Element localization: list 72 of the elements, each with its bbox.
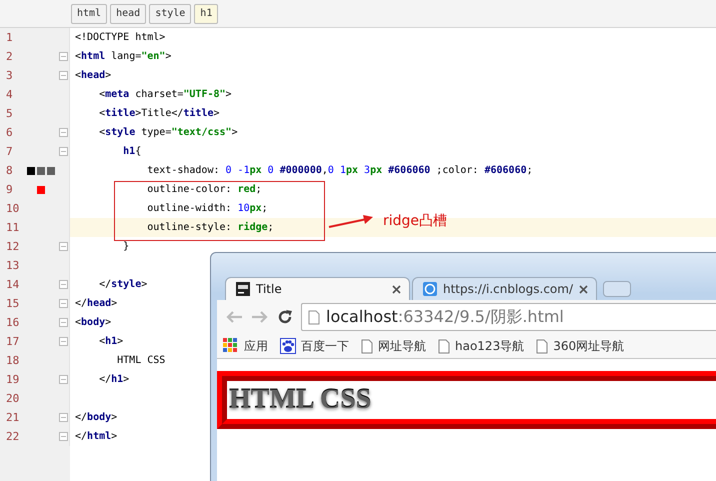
code-line: </head> [75,298,118,309]
line-number: 18 [5,354,20,367]
code-line: <body> [75,317,112,328]
browser-tab[interactable]: Title [225,277,410,300]
code-line: outline-color: red; [146,184,262,195]
line-number: 3 [5,69,14,82]
bookmark-item[interactable]: 百度一下 [280,338,349,354]
close-icon [579,284,588,294]
app-icon [236,282,250,296]
page-icon [361,338,373,354]
reload-icon [277,309,293,325]
bookmark-item[interactable]: 应用 [223,338,268,354]
breadcrumb-item[interactable]: style [149,4,192,24]
breadcrumb-item[interactable]: head [110,4,146,24]
line-number: 12 [5,240,20,253]
code-line: <head> [75,70,112,81]
line-number: 13 [5,259,20,272]
annotation-text: ridge凸槽 [383,212,448,230]
page-icon [438,338,450,354]
page-icon [536,338,548,354]
line-number: 9 [5,183,14,196]
page-heading: HTML CSS [217,371,716,429]
line-number: 17 [5,335,20,348]
apps-icon [223,338,239,354]
globe-icon [423,282,437,296]
breadcrumb-item[interactable]: h1 [194,4,218,24]
code-line: <style type="text/css"> [98,127,238,138]
paw-icon [280,338,296,354]
line-number: 7 [5,145,14,158]
code-line: outline-style: ridge; [146,222,274,233]
code-line: text-shadow: 0 -1px 0 #000000,0 1px 3px #606060 ;color: #606060; [146,165,533,176]
line-number: 22 [5,430,20,443]
line-number: 2 [5,50,14,63]
address-field[interactable]: localhost:63342/9.5/阴影.html [301,303,716,331]
back-arrow-icon [225,310,243,324]
close-icon [392,284,401,294]
line-number: 11 [5,221,20,234]
line-number: 10 [5,202,20,215]
forward-arrow-icon [251,310,269,324]
line-number: 21 [5,411,20,424]
code-line: </html> [75,431,118,442]
line-number: 6 [5,126,14,139]
bookmark-item[interactable]: 网址导航 [361,338,426,354]
code-line: HTML CSS [116,355,166,366]
code-line: <h1> [98,336,124,347]
url-text: localhost:63342/9.5/阴影.html [326,306,564,328]
code-line: outline-width: 10px; [146,203,268,214]
code-line: } [122,241,130,252]
line-number: 8 [5,164,14,177]
line-number: 14 [5,278,20,291]
line-number: 1 [5,31,14,44]
code-line: <meta charset="UTF-8"> [98,89,232,100]
browser-tab[interactable]: https://i.cnblogs.com/ [412,277,597,300]
page-icon [308,310,320,324]
line-number: 4 [5,88,14,101]
arrow-icon [327,214,375,230]
code-line: </h1> [98,374,130,385]
line-number: 5 [5,107,14,120]
bookmark-item[interactable]: hao123导航 [438,338,524,354]
bookmark-item[interactable]: 360网址导航 [536,338,624,354]
line-number: 16 [5,316,20,329]
code-line: <title>Title</title> [98,108,220,119]
line-number: 20 [5,392,20,405]
breadcrumb-item[interactable]: html [71,4,108,24]
code-line: <html lang="en"> [75,51,172,62]
code-line: <!DOCTYPE html> [75,32,166,43]
new-tab-button[interactable] [603,281,631,297]
line-number: 15 [5,297,20,310]
code-line: </style> [98,279,148,290]
line-number: 19 [5,373,20,386]
code-line: h1{ [122,146,142,157]
code-line: </body> [75,412,118,423]
